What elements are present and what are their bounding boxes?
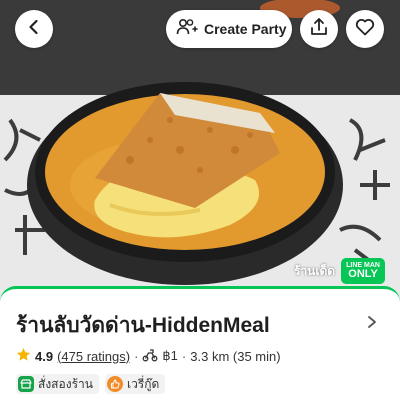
favorite-button[interactable] xyxy=(346,10,384,48)
delivery-bike-icon xyxy=(142,348,158,365)
chevron-left-icon xyxy=(26,19,42,40)
tag-label: สั่งสองร้าน xyxy=(38,376,93,391)
heart-icon xyxy=(355,18,375,41)
thumb-icon xyxy=(106,376,123,392)
lineman-only-badge: LINE MAN ONLY xyxy=(341,258,386,284)
recommended-badge: ร้านเด็ด xyxy=(294,263,336,278)
restaurant-name[interactable]: ร้านลับวัดด่าน-HiddenMeal xyxy=(16,309,356,342)
back-button[interactable] xyxy=(15,10,53,48)
restaurant-tags: สั่งสองร้าน เวรี่กู๊ด xyxy=(16,373,166,395)
rating-count-link[interactable]: (475 ratings) xyxy=(57,349,130,364)
add-group-icon xyxy=(176,18,198,41)
distance-time: 3.3 km (35 min) xyxy=(190,348,281,364)
star-icon xyxy=(16,347,31,365)
share-icon xyxy=(309,17,329,42)
separator-dot: · xyxy=(134,348,139,364)
create-party-button[interactable]: Create Party xyxy=(166,10,292,48)
tag-label: เวรี่กู๊ด xyxy=(126,376,160,391)
separator-dot-2: · xyxy=(181,348,187,364)
create-party-label: Create Party xyxy=(204,21,287,37)
chevron-right-icon[interactable] xyxy=(366,315,378,334)
tag-order-two-shops[interactable]: สั่งสองร้าน xyxy=(16,374,99,394)
restaurant-meta: 4.9 (475 ratings) · ฿1 · 3.3 km (35 min) xyxy=(16,347,281,365)
tag-very-good[interactable]: เวรี่กู๊ด xyxy=(104,374,166,394)
hero-badges: ร้านเด็ด LINE MAN ONLY xyxy=(294,258,386,284)
rating-value: 4.9 xyxy=(35,348,54,364)
price-level: ฿1 xyxy=(162,348,178,363)
restaurant-info-card: ร้านลับวัดด่าน-HiddenMeal 4.9 (475 ratin… xyxy=(0,286,400,413)
lineman-badge-bottom: ONLY xyxy=(348,268,378,280)
share-button[interactable] xyxy=(300,10,338,48)
store-icon xyxy=(18,376,34,392)
